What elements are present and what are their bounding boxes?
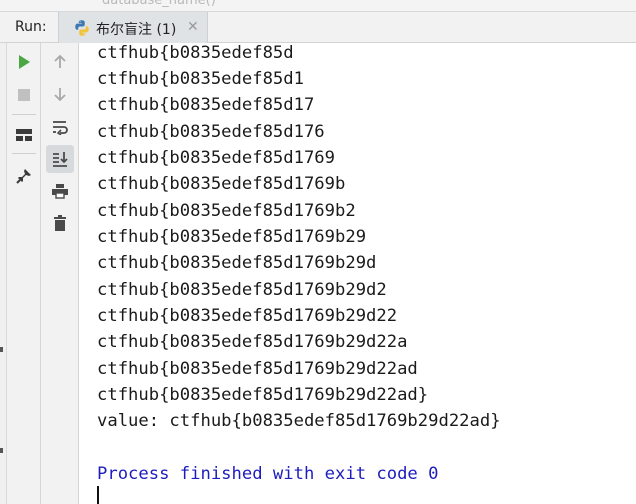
pin-tab-icon[interactable] bbox=[12, 164, 36, 188]
console-line: ctfhub{b0835edef85d1769b2 bbox=[97, 201, 356, 221]
toolbar-separator bbox=[12, 114, 36, 115]
console-line: ctfhub{b0835edef85d1769 bbox=[97, 148, 335, 168]
soft-wrap-icon[interactable] bbox=[48, 115, 72, 139]
close-icon[interactable]: ✕ bbox=[187, 20, 199, 34]
console-line: ctfhub{b0835edef85d bbox=[97, 43, 294, 63]
result-value-line: value: ctfhub{b0835edef85d1769b29d22ad} bbox=[97, 411, 501, 431]
console-actions-toolbar bbox=[41, 43, 79, 504]
stop-icon[interactable] bbox=[12, 83, 36, 107]
run-actions-toolbar bbox=[7, 43, 41, 504]
console-line: ctfhub{b0835edef85d17 bbox=[97, 95, 315, 115]
run-label: Run: bbox=[15, 19, 47, 35]
trash-icon[interactable] bbox=[48, 211, 72, 235]
console-line: ctfhub{b0835edef85d1 bbox=[97, 69, 304, 89]
rerun-icon[interactable] bbox=[12, 50, 36, 74]
console-line: ctfhub{b0835edef85d1769b29d22ad bbox=[97, 359, 418, 379]
console-line: ctfhub{b0835edef85d1769b29 bbox=[97, 227, 367, 247]
up-arrow-icon[interactable] bbox=[48, 50, 72, 74]
toolbar-separator bbox=[12, 153, 36, 154]
restore-layout-icon[interactable] bbox=[12, 123, 36, 147]
console-output[interactable]: ctfhub{b0835edef85d ctfhub{b0835edef85d1… bbox=[79, 43, 636, 504]
console-line: ctfhub{b0835edef85d1769b29d22 bbox=[97, 306, 398, 326]
down-arrow-icon[interactable] bbox=[48, 82, 72, 106]
run-tool-window: database_name() Run: 布尔盲注 (1) ✕ ctfhub{b… bbox=[0, 0, 636, 504]
scroll-to-end-icon[interactable] bbox=[46, 145, 74, 173]
run-tab[interactable]: 布尔盲注 (1) ✕ bbox=[58, 12, 208, 43]
editor-breadcrumb-strip: database_name() bbox=[0, 0, 636, 11]
gutter-mark bbox=[0, 347, 3, 352]
run-tab-label: 布尔盲注 (1) bbox=[96, 22, 177, 38]
console-line: ctfhub{b0835edef85d1769b29d bbox=[97, 253, 377, 273]
gutter-mark bbox=[0, 448, 3, 453]
console-line: ctfhub{b0835edef85d1769b29d22ad} bbox=[97, 385, 429, 405]
console-line: ctfhub{b0835edef85d176 bbox=[97, 122, 325, 142]
console-line: ctfhub{b0835edef85d1769b29d22a bbox=[97, 332, 408, 352]
console-line: ctfhub{b0835edef85d1769b bbox=[97, 174, 346, 194]
editor-breadcrumb-fragment: database_name() bbox=[102, 0, 216, 8]
text-caret bbox=[97, 486, 99, 504]
print-icon[interactable] bbox=[48, 179, 72, 203]
console-line: ctfhub{b0835edef85d1769b29d2 bbox=[97, 280, 387, 300]
process-finished-line: Process finished with exit code 0 bbox=[97, 464, 439, 484]
run-tab-bar: Run: 布尔盲注 (1) ✕ bbox=[0, 11, 636, 43]
left-gutter bbox=[0, 43, 7, 504]
python-icon bbox=[75, 20, 89, 36]
